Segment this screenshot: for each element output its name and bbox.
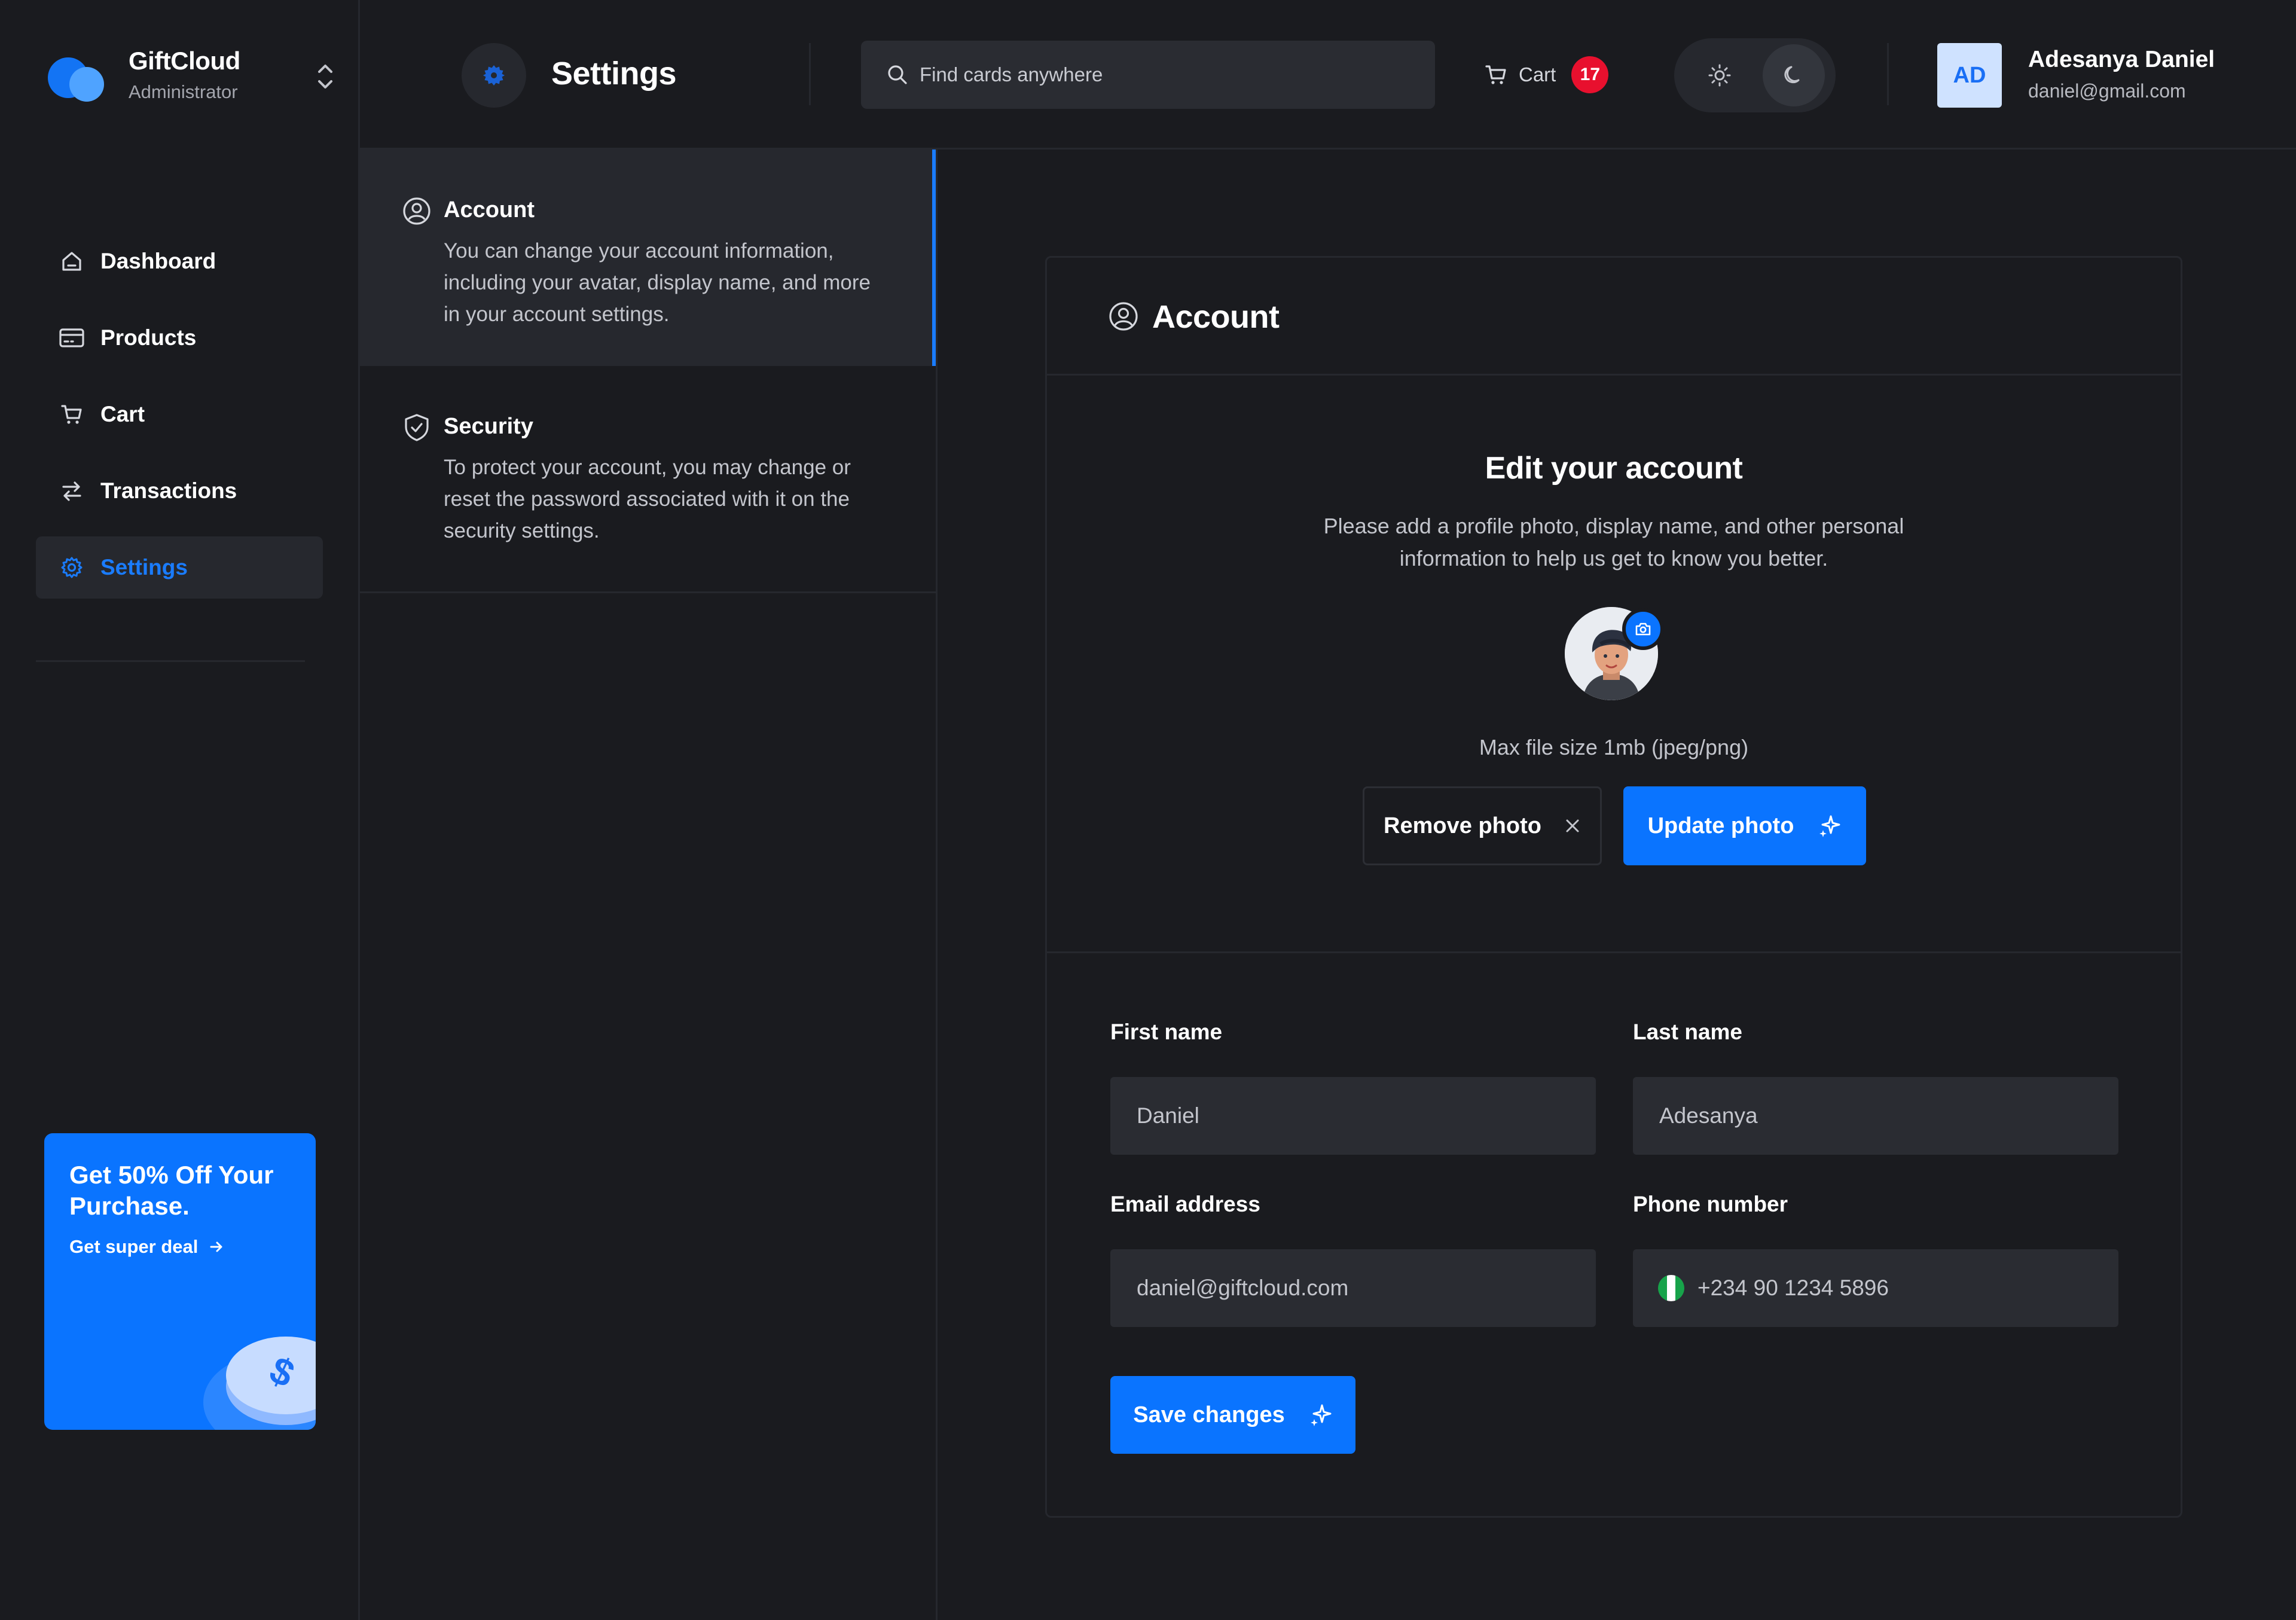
last-name-label: Last name [1633,1020,1743,1044]
sidebar-item-label: Dashboard [100,249,216,273]
settings-menu-account[interactable]: Account You can change your account info… [360,150,936,366]
top-header: Settings Cart 17 AD Adesanya Daniel da [360,0,2296,150]
sidebar: GiftCloud Administrator Dashboard Produc… [0,0,360,1620]
settings-menu-security[interactable]: Security To protect your account, you ma… [360,366,936,593]
sparkle-icon [1310,1404,1332,1426]
avatar: AD [1937,43,2002,108]
sparkle-icon [1819,815,1840,837]
settings-menu: Account You can change your account info… [360,150,938,1620]
shield-check-icon [405,414,429,441]
first-name-label: First name [1110,1020,1223,1044]
user-name: Adesanya Daniel [2028,47,2215,72]
promo-card[interactable]: Get 50% Off Your Purchase. Get super dea… [44,1133,316,1430]
sidebar-item-label: Settings [100,555,188,579]
last-name-field-wrap [1633,1077,2118,1155]
promo-link-label: Get super deal [69,1236,199,1257]
first-name-field-wrap [1110,1077,1596,1155]
last-name-input[interactable] [1658,1103,2091,1129]
account-card-title: Account [1152,299,1280,335]
sun-icon [1708,64,1731,87]
swap-arrows-icon [59,478,85,504]
remove-photo-button[interactable]: Remove photo [1363,786,1602,865]
gear-icon [59,554,85,581]
edit-account-subtitle: Please add a profile photo, display name… [1323,514,1904,570]
email-input[interactable] [1135,1275,1568,1301]
nigeria-flag-icon[interactable] [1658,1275,1684,1301]
sidebar-divider [36,660,305,662]
account-card-header: Account [1047,258,2181,376]
camera-upload-button[interactable] [1622,608,1664,650]
light-mode-button[interactable] [1689,44,1751,106]
brand-name: GiftCloud [129,47,240,75]
first-name-input[interactable] [1135,1103,1568,1129]
header-divider [1887,43,1889,105]
email-field-wrap [1110,1249,1596,1327]
phone-input[interactable] [1696,1275,2093,1301]
user-profile[interactable]: AD Adesanya Daniel daniel@gmail.com [1937,43,2272,109]
card-icon [59,325,85,351]
promo-title: Get 50% Off Your Purchase. [69,1161,274,1220]
edit-account-title: Edit your account [1485,451,1743,486]
promo-link[interactable]: Get super deal [69,1236,224,1258]
user-circle-icon [1109,302,1138,331]
phone-label: Phone number [1633,1192,1788,1216]
cart-count-badge: 17 [1571,56,1609,93]
search-icon [886,63,910,87]
camera-icon [1635,623,1651,636]
dark-mode-button[interactable] [1763,44,1825,106]
email-label: Email address [1110,1192,1260,1216]
sidebar-item-dashboard[interactable]: Dashboard [36,230,323,292]
arrow-right-icon [210,1241,222,1252]
sidebar-item-label: Products [100,325,197,350]
sidebar-item-cart[interactable]: Cart [36,383,323,446]
sidebar-item-label: Transactions [100,478,237,503]
sidebar-item-transactions[interactable]: Transactions [36,460,323,522]
page-title: Settings [551,56,677,91]
cart-label: Cart [1519,63,1556,86]
app-window: GiftCloud Administrator Dashboard Produc… [0,0,2296,1620]
file-size-hint: Max file size 1mb (jpeg/png) [1479,735,1749,759]
sidebar-item-label: Cart [100,402,145,426]
close-icon [1566,819,1579,832]
settings-menu-title: Security [444,414,533,439]
header-cart-button[interactable]: Cart 17 [1484,54,1609,96]
sidebar-item-products[interactable]: Products [36,307,323,369]
cart-icon [1485,65,1506,84]
save-changes-button[interactable]: Save changes [1110,1376,1355,1454]
search-input[interactable] [918,63,1399,87]
account-card: Account Edit your account Please add a p… [1045,256,2182,1518]
save-changes-label: Save changes [1133,1402,1285,1427]
moon-icon [1784,66,1800,84]
settings-menu-title: Account [444,197,535,222]
gear-icon [483,65,505,86]
chevron-up-down-icon[interactable] [315,59,336,94]
update-photo-button[interactable]: Update photo [1623,786,1866,865]
user-circle-icon [403,197,430,225]
settings-menu-desc: You can change your account information,… [444,239,871,326]
settings-menu-desc: To protect your account, you may change … [444,456,851,542]
user-email: daniel@gmail.com [2028,80,2186,102]
remove-photo-label: Remove photo [1384,813,1541,838]
sidebar-item-settings[interactable]: Settings [36,536,323,599]
home-icon [59,248,85,274]
workspace-switcher[interactable]: GiftCloud Administrator [47,41,358,112]
theme-toggle[interactable] [1674,38,1836,112]
phone-field-wrap [1633,1249,2118,1327]
cart-icon [59,401,85,428]
settings-page-icon [462,43,526,108]
giftcloud-logo-icon [47,49,106,103]
sidebar-nav: Dashboard Products Cart Transactions Set… [36,230,323,613]
search-bar[interactable] [861,41,1435,109]
card-divider [1047,951,2181,953]
brand-role: Administrator [129,81,238,102]
header-divider [809,43,811,105]
update-photo-label: Update photo [1647,813,1794,838]
